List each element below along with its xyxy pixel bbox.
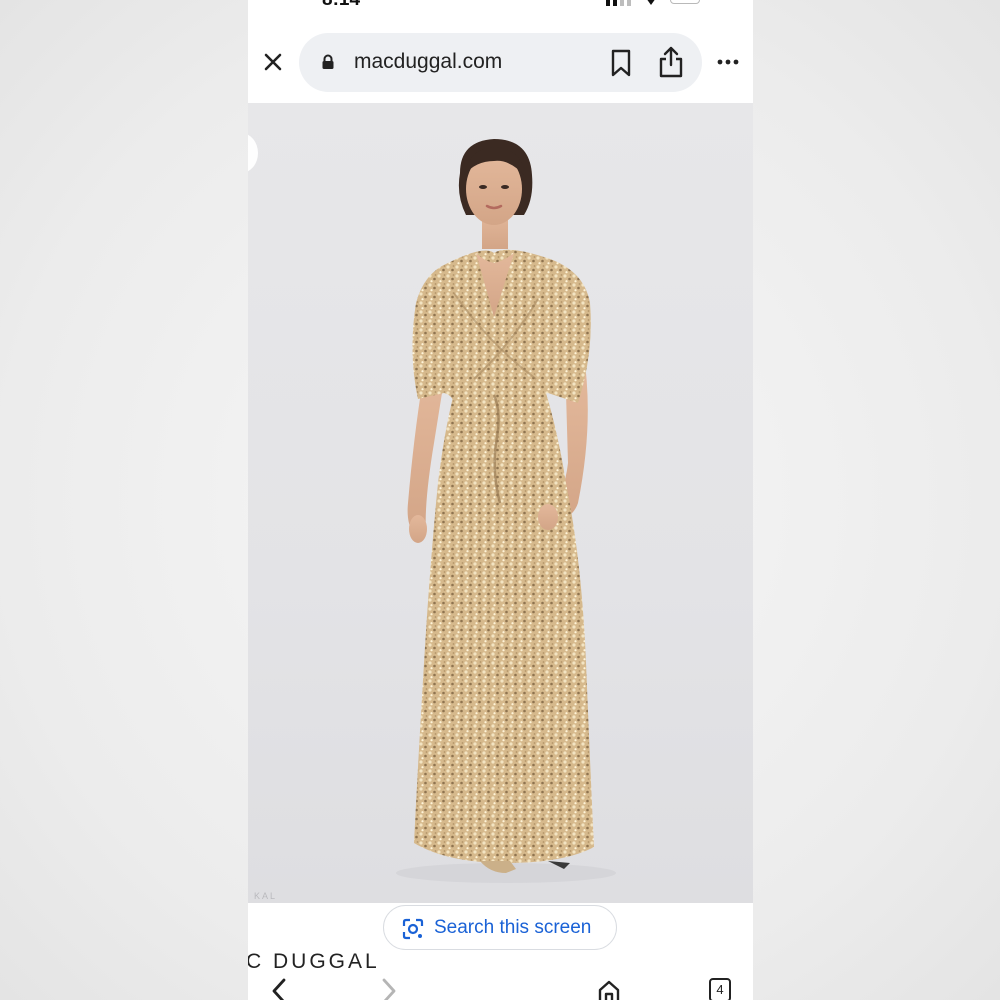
back-button[interactable] xyxy=(268,976,290,1000)
forward-button[interactable] xyxy=(378,976,400,1000)
url-text: macduggal.com xyxy=(354,50,503,73)
close-icon xyxy=(264,53,282,71)
tab-count: 4 xyxy=(716,982,724,997)
back-icon xyxy=(272,978,286,1000)
battery-icon xyxy=(670,0,700,4)
status-time: 8:14 xyxy=(322,0,360,11)
home-icon xyxy=(598,980,620,1000)
status-bar: 8:14 xyxy=(248,0,753,14)
browser-address-row: macduggal.com xyxy=(248,30,753,96)
address-bar[interactable]: macduggal.com xyxy=(299,33,702,92)
lock-icon xyxy=(322,54,334,69)
bookmark-button[interactable] xyxy=(607,48,635,78)
forward-icon xyxy=(382,978,396,1000)
browser-bottom-toolbar: 4 xyxy=(248,968,753,1000)
lens-icon xyxy=(402,918,424,940)
home-button[interactable] xyxy=(596,978,622,1000)
gown-model-photo xyxy=(396,139,616,883)
close-button[interactable] xyxy=(260,49,286,75)
search-this-screen-label: Search this screen xyxy=(434,917,592,938)
share-icon xyxy=(659,46,683,78)
share-button[interactable] xyxy=(656,45,686,79)
tabs-button[interactable]: 4 xyxy=(709,978,731,1000)
product-image-area[interactable]: KAL xyxy=(248,103,753,903)
image-watermark: KAL xyxy=(254,891,278,901)
more-options-button[interactable] xyxy=(714,52,742,72)
phone-screen: 8:14 macduggal.com xyxy=(248,0,753,1000)
search-this-screen-button[interactable]: Search this screen xyxy=(383,905,617,950)
wifi-icon xyxy=(647,0,655,5)
more-icon xyxy=(717,59,739,65)
bookmark-icon xyxy=(611,49,631,77)
signal-icon xyxy=(606,0,631,6)
